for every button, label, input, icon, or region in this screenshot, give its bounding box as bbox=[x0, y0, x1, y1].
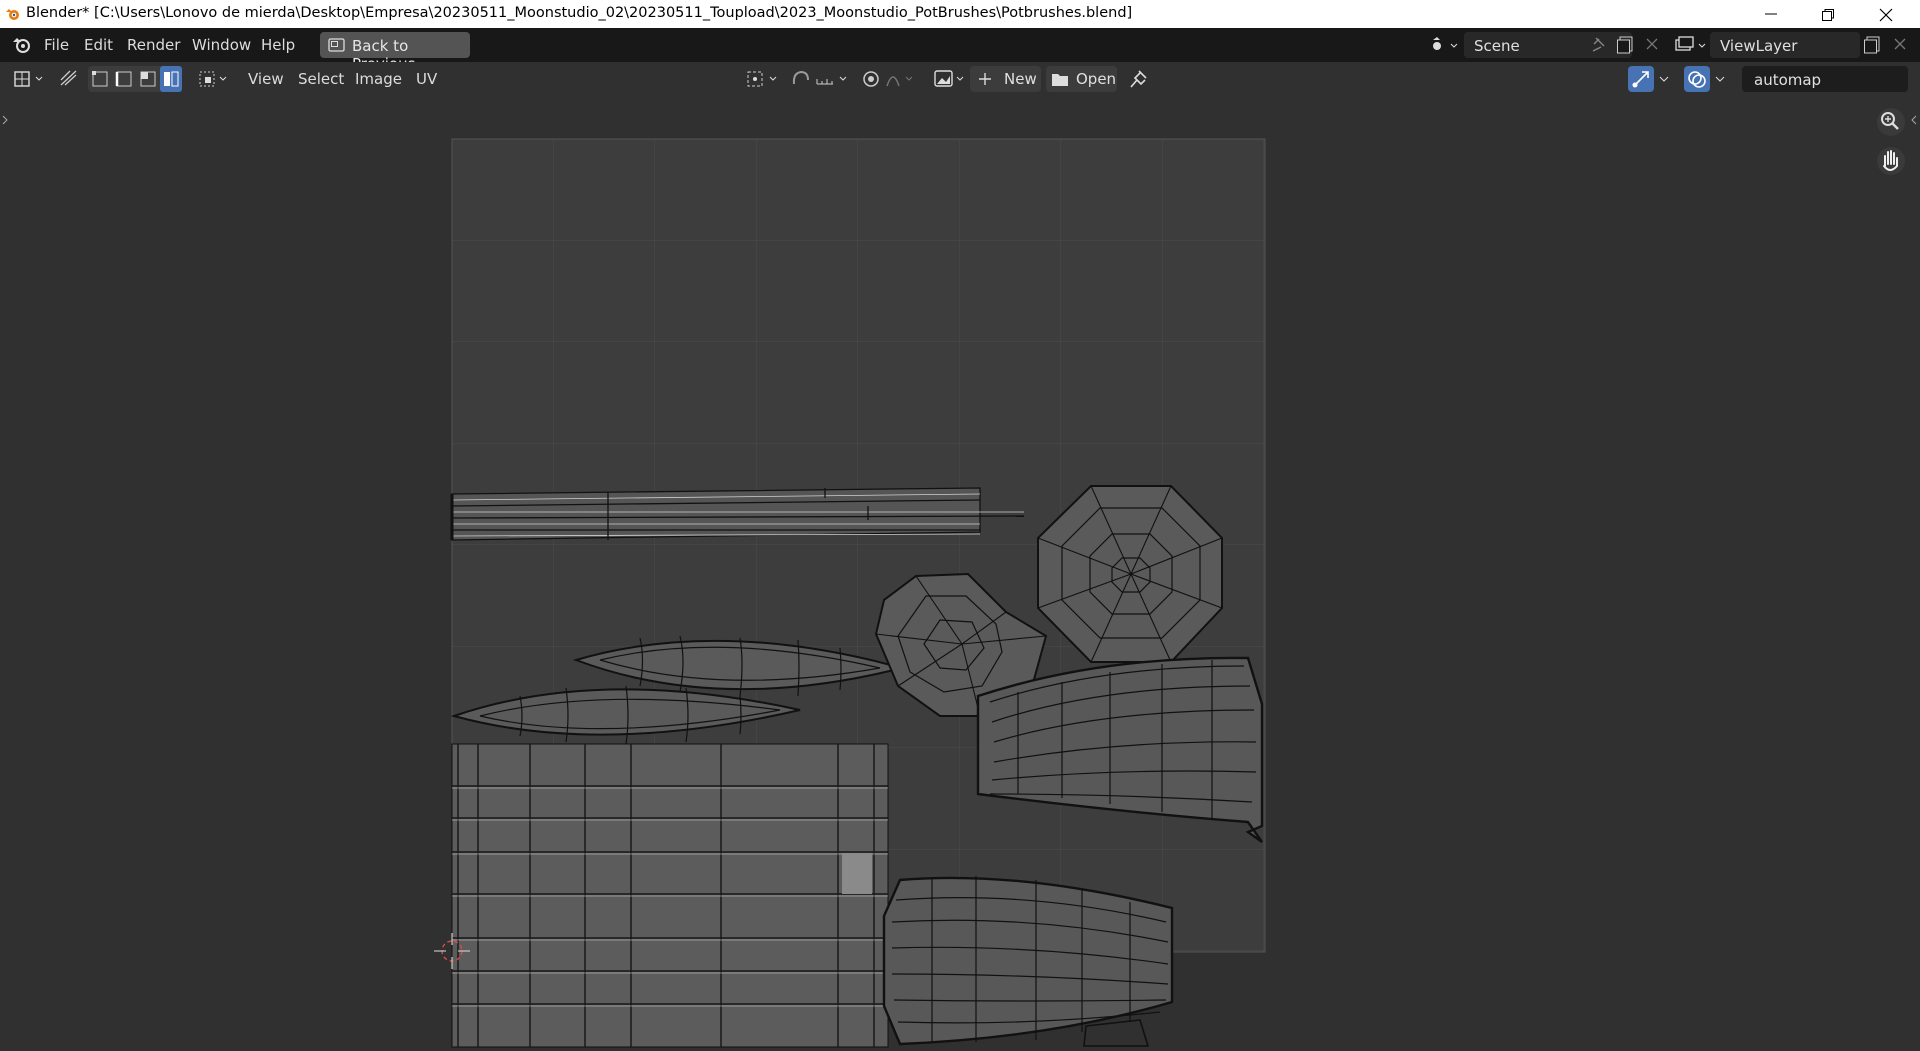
blender-logo-icon bbox=[5, 6, 21, 26]
snap-increment-icon bbox=[816, 76, 847, 85]
uv-editor-icon bbox=[14, 71, 43, 87]
restore-button[interactable] bbox=[1800, 0, 1856, 28]
minimize-button[interactable] bbox=[1743, 0, 1799, 28]
gizmo-icon bbox=[1632, 71, 1649, 88]
view-layer-selector-icon[interactable] bbox=[1674, 35, 1708, 59]
uv-island-barrel-lower[interactable] bbox=[882, 876, 1174, 1047]
uv-select-mode-group bbox=[88, 66, 182, 92]
snap-magnet-icon bbox=[792, 70, 809, 85]
pan-view-hand-icon[interactable] bbox=[1877, 147, 1905, 175]
plus-icon bbox=[979, 73, 991, 85]
close-icon bbox=[1879, 8, 1893, 22]
scene-name: Scene bbox=[1474, 37, 1520, 55]
fullscreen-back-icon bbox=[328, 38, 345, 52]
pin-image-button[interactable] bbox=[1126, 66, 1152, 92]
edge-select-icon[interactable] bbox=[115, 71, 132, 87]
uv-sync-selection-button[interactable] bbox=[56, 66, 82, 92]
uv-canvas[interactable] bbox=[0, 96, 1920, 1051]
gizmo-toggle-button[interactable] bbox=[1628, 66, 1654, 92]
editor-type-selector[interactable] bbox=[12, 66, 48, 92]
vertex-select-icon[interactable] bbox=[92, 71, 108, 87]
chevron-down-icon bbox=[1659, 76, 1669, 82]
face-select-icon[interactable] bbox=[140, 71, 156, 87]
view-layer-name: ViewLayer bbox=[1720, 37, 1798, 55]
toolbar-expand-icon[interactable] bbox=[2, 115, 8, 125]
gizmo-dropdown[interactable] bbox=[1654, 66, 1674, 92]
snap-target-dropdown[interactable] bbox=[814, 66, 854, 92]
back-to-previous-button[interactable]: Back to Previous bbox=[320, 32, 470, 73]
snap-toggle-button[interactable] bbox=[788, 66, 814, 92]
pin-icon bbox=[1130, 70, 1147, 88]
delete-view-layer-icon[interactable] bbox=[1893, 37, 1907, 55]
pivot-point-icon bbox=[747, 71, 777, 87]
new-image-button[interactable]: New bbox=[970, 66, 1041, 92]
overlays-icon bbox=[1688, 71, 1706, 88]
menu-file[interactable]: File bbox=[44, 36, 69, 54]
open-image-label: Open bbox=[1076, 70, 1117, 88]
falloff-curve-icon bbox=[886, 76, 913, 87]
sidebar-expand-icon[interactable] bbox=[1911, 115, 1917, 125]
delete-scene-icon[interactable] bbox=[1645, 37, 1659, 55]
uv-map-field[interactable]: automap bbox=[1742, 66, 1908, 92]
uv-map-name: automap bbox=[1754, 71, 1822, 89]
pivot-point-dropdown[interactable] bbox=[744, 66, 784, 92]
sync-selection-icon bbox=[60, 70, 77, 86]
menu-select[interactable]: Select bbox=[298, 70, 344, 88]
selected-uv-face[interactable] bbox=[842, 853, 872, 894]
overlays-toggle-button[interactable] bbox=[1684, 66, 1710, 92]
menu-render[interactable]: Render bbox=[127, 36, 180, 54]
sticky-selection-dropdown[interactable] bbox=[196, 66, 232, 92]
proportional-editing-button[interactable] bbox=[858, 66, 884, 92]
menu-edit[interactable]: Edit bbox=[84, 36, 113, 54]
menu-view[interactable]: View bbox=[248, 70, 284, 88]
image-browse-dropdown[interactable] bbox=[932, 66, 970, 92]
zoom-view-icon[interactable] bbox=[1877, 108, 1905, 136]
open-image-button[interactable]: Open bbox=[1046, 66, 1117, 92]
proportional-falloff-dropdown[interactable] bbox=[884, 66, 920, 92]
minimize-icon bbox=[1765, 13, 1777, 15]
uv-editor-viewport[interactable] bbox=[0, 96, 1920, 1051]
blender-menu-icon[interactable] bbox=[12, 36, 32, 58]
uv-island-large-octagon[interactable] bbox=[1037, 485, 1223, 663]
menu-uv[interactable]: UV bbox=[416, 70, 437, 88]
sticky-selection-icon bbox=[199, 71, 227, 87]
image-icon bbox=[934, 70, 964, 87]
top-menu-bar: File Edit Render Window Help Back to Pre… bbox=[0, 28, 1920, 73]
uv-editor-header: View Select Image UV New Open automap bbox=[0, 62, 1920, 96]
new-view-layer-icon[interactable] bbox=[1863, 35, 1883, 59]
uv-island-grid[interactable] bbox=[451, 743, 889, 1048]
new-scene-icon[interactable] bbox=[1616, 35, 1636, 59]
pin-scene-icon[interactable] bbox=[1590, 36, 1608, 58]
view-layer-field[interactable]: ViewLayer bbox=[1710, 32, 1860, 58]
chevron-down-icon bbox=[1715, 76, 1725, 82]
window-title: Blender* [C:\Users\Lonovo de mierda\Desk… bbox=[26, 5, 1133, 21]
overlays-dropdown[interactable] bbox=[1710, 66, 1730, 92]
menu-image[interactable]: Image bbox=[355, 70, 402, 88]
proportional-editing-icon bbox=[863, 71, 879, 87]
menu-window[interactable]: Window bbox=[192, 36, 251, 54]
scene-selector-icon[interactable] bbox=[1428, 35, 1460, 59]
new-image-label: New bbox=[1004, 70, 1037, 88]
close-window-button[interactable] bbox=[1858, 0, 1914, 28]
menu-help[interactable]: Help bbox=[261, 36, 295, 54]
folder-icon bbox=[1052, 74, 1068, 86]
restore-icon bbox=[1822, 9, 1834, 21]
uv-island-handle-strips[interactable] bbox=[450, 487, 1025, 541]
window-title-bar: Blender* [C:\Users\Lonovo de mierda\Desk… bbox=[0, 0, 1920, 28]
